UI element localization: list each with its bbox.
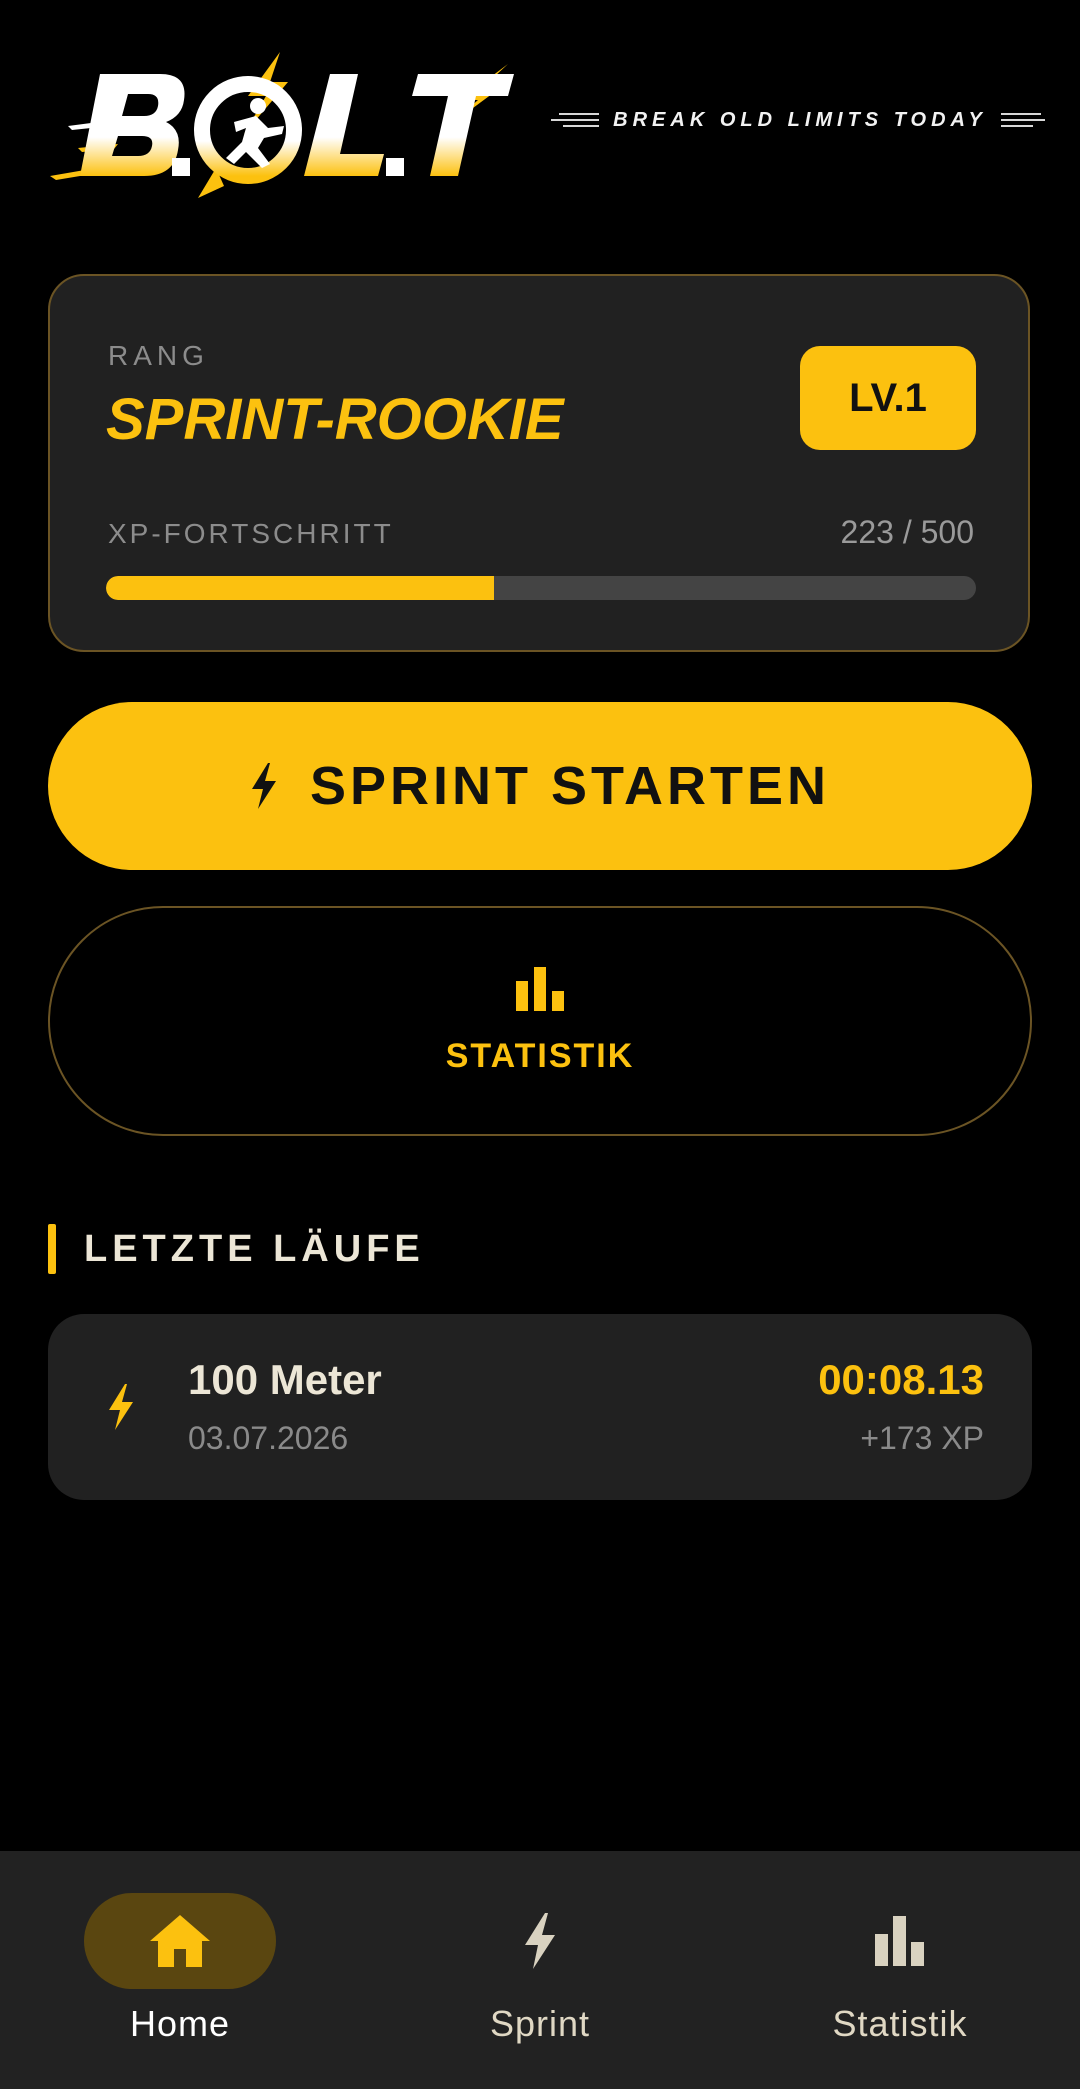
nav-home[interactable]: Home [0,1851,360,2089]
recent-runs-header: LETZTE LÄUFE [48,1224,425,1274]
rank-label: RANG [108,340,209,371]
bar-chart-icon [516,966,564,1011]
nav-home-label: Home [129,2003,231,2044]
xp-progress-value: 223 / 500 [840,514,974,550]
bolt-logo [48,48,518,203]
run-list-item[interactable]: 100 Meter 03.07.2026 00:08.13 +173 XP [48,1314,1032,1500]
nav-statistics-label: Statistik [832,2003,968,2044]
statistics-label: STATISTIK [445,1036,635,1075]
speed-lines-left [551,113,600,127]
xp-progress-bar [106,576,976,600]
nav-sprint-pill [444,1893,636,1989]
rank-card: RANG SPRINT-ROOKIE LV.1 XP-FORTSCHRITT 2… [48,274,1030,652]
app-header: BREAK OLD LIMITS TODAY [48,48,1045,208]
nav-home-pill [84,1893,276,1989]
xp-progress-fill [106,576,495,600]
section-accent-bar [48,1224,56,1274]
nav-statistics-pill [804,1893,996,1989]
recent-runs-title: LETZTE LÄUFE [84,1227,425,1270]
run-time: 00:08.13 [818,1356,984,1403]
bolt-icon [250,763,278,809]
bottom-navigation: Home Sprint Statistik [0,1851,1080,2089]
nav-sprint-label: Sprint [489,2003,591,2044]
run-date: 03.07.2026 [188,1420,349,1456]
run-distance: 100 Meter [188,1356,382,1403]
home-icon [150,1915,210,1967]
speed-lines-right [1000,113,1045,127]
nav-statistics[interactable]: Statistik [720,1851,1080,2089]
level-badge: LV.1 [800,346,976,450]
nav-sprint[interactable]: Sprint [360,1851,720,2089]
rank-name: SPRINT-ROOKIE [106,387,564,452]
start-sprint-button[interactable]: SPRINT STARTEN [48,702,1032,870]
tagline-text: BREAK OLD LIMITS TODAY [613,108,987,131]
bolt-logo-graphic [50,52,514,198]
bar-chart-icon [875,1916,925,1966]
run-xp: +173 XP [860,1420,984,1456]
tagline: BREAK OLD LIMITS TODAY [551,105,1045,135]
statistics-button[interactable]: STATISTIK [48,906,1032,1136]
bolt-icon [524,1913,556,1969]
bolt-icon [108,1384,134,1430]
xp-progress-label: XP-FORTSCHRITT [108,518,394,549]
start-sprint-label: SPRINT STARTEN [309,756,830,816]
